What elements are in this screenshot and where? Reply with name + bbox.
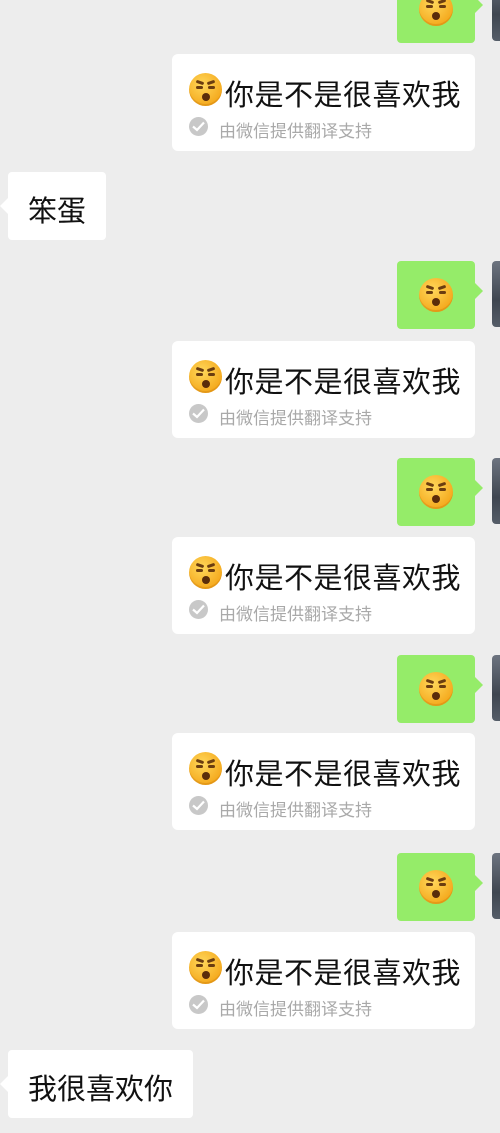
translation-text: 你是不是很喜欢我 <box>225 561 462 595</box>
translation-text: 你是不是很喜欢我 <box>225 757 462 791</box>
avatar[interactable] <box>492 261 500 327</box>
translation-text: 你是不是很喜欢我 <box>225 956 462 990</box>
translation-card[interactable]: 你是不是很喜欢我 由微信提供翻译支持 <box>172 341 475 438</box>
face-emoji-icon <box>189 951 222 984</box>
translation-source: 由微信提供翻译支持 <box>219 801 372 821</box>
sent-message-bubble[interactable] <box>397 0 483 43</box>
sent-message-bubble[interactable] <box>397 655 483 723</box>
translation-source: 由微信提供翻译支持 <box>219 605 372 625</box>
face-emoji-icon <box>189 73 222 106</box>
translation-card[interactable]: 你是不是很喜欢我 由微信提供翻译支持 <box>172 932 475 1029</box>
translation-source: 由微信提供翻译支持 <box>219 1000 372 1020</box>
message-text: 笨蛋 <box>28 194 87 228</box>
check-circle-icon <box>189 600 208 619</box>
sent-message-bubble[interactable] <box>397 261 483 329</box>
received-message-bubble[interactable]: 我很喜欢你 <box>0 1050 193 1118</box>
translation-card[interactable]: 你是不是很喜欢我 由微信提供翻译支持 <box>172 54 475 151</box>
avatar[interactable] <box>492 458 500 524</box>
translation-source: 由微信提供翻译支持 <box>219 122 372 142</box>
face-emoji-icon <box>419 870 453 904</box>
face-emoji-icon <box>419 475 453 509</box>
face-emoji-icon <box>419 672 453 706</box>
check-circle-icon <box>189 796 208 815</box>
translation-card[interactable]: 你是不是很喜欢我 由微信提供翻译支持 <box>172 733 475 830</box>
avatar[interactable] <box>492 655 500 721</box>
message-text: 我很喜欢你 <box>28 1072 174 1106</box>
face-emoji-icon <box>189 752 222 785</box>
received-message-bubble[interactable]: 笨蛋 <box>0 172 106 240</box>
face-emoji-icon <box>189 556 222 589</box>
face-emoji-icon <box>419 278 453 312</box>
avatar[interactable] <box>492 853 500 919</box>
check-circle-icon <box>189 117 208 136</box>
check-circle-icon <box>189 404 208 423</box>
translation-text: 你是不是很喜欢我 <box>225 78 462 112</box>
avatar[interactable] <box>492 0 500 41</box>
check-circle-icon <box>189 995 208 1014</box>
sent-message-bubble[interactable] <box>397 853 483 921</box>
translation-text: 你是不是很喜欢我 <box>225 365 462 399</box>
translation-card[interactable]: 你是不是很喜欢我 由微信提供翻译支持 <box>172 537 475 634</box>
face-emoji-icon <box>419 0 453 26</box>
face-emoji-icon <box>189 360 222 393</box>
sent-message-bubble[interactable] <box>397 458 483 526</box>
translation-source: 由微信提供翻译支持 <box>219 409 372 429</box>
